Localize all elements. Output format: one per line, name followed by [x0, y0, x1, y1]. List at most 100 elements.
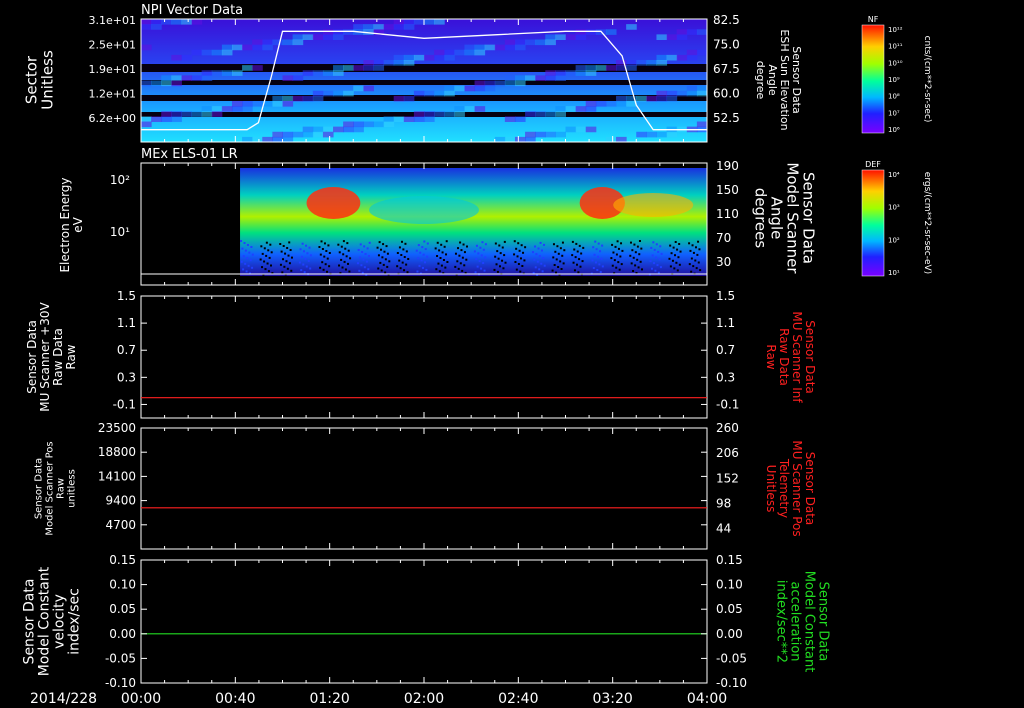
ytick-label: 1.1 [716, 316, 735, 330]
npi-cell [686, 90, 698, 97]
els-speckle [376, 246, 379, 249]
npi-cell [252, 44, 263, 51]
els-speckle [557, 252, 560, 255]
els-speckle [404, 242, 407, 245]
els-speckle [482, 262, 485, 264]
els-speckle [435, 268, 438, 271]
npi-cell [484, 80, 496, 87]
npi-cell [383, 60, 395, 66]
els-speckle [518, 249, 521, 252]
els-speckle [475, 258, 478, 260]
els-speckle [494, 255, 497, 258]
els-speckle [478, 260, 481, 262]
npi-cell [353, 126, 364, 133]
npi-cell [322, 70, 334, 76]
npi-cell [585, 101, 597, 107]
els-speckle [649, 260, 652, 263]
els-speckle [401, 261, 404, 264]
ytick-label: 0.7 [716, 343, 735, 357]
els-speckle [463, 251, 466, 254]
els-speckle [366, 247, 369, 250]
npi-cell [646, 60, 657, 66]
axis-label-line: Sensor Data [803, 320, 817, 394]
els-speckle [632, 270, 635, 272]
els-speckle [516, 255, 519, 258]
els-ylabel-right: Sensor DataModel ScannerAngledegrees [752, 162, 818, 274]
els-cool-region [369, 196, 479, 224]
els-speckle [531, 251, 534, 254]
els-speckle [288, 262, 291, 265]
npi-cell [353, 65, 364, 71]
axis-label-line: Unitless [39, 50, 57, 110]
els-speckle [384, 258, 387, 261]
npi-cell [221, 44, 233, 51]
els-speckle [498, 265, 501, 268]
els-speckle [620, 263, 623, 266]
axis-label-line: Electron Energy [58, 177, 72, 272]
npi-cell [353, 85, 364, 92]
els-speckle [670, 252, 673, 255]
npi-cell [343, 121, 354, 128]
ytick-label: 110 [716, 207, 739, 221]
npi-cell [525, 131, 536, 138]
npi-cell [141, 80, 152, 87]
els-speckle [678, 263, 681, 266]
npi-cell [676, 29, 688, 35]
npi-cell [555, 131, 566, 138]
els-speckle [321, 248, 324, 250]
npi-cell [444, 49, 455, 56]
npi-cell [383, 116, 395, 122]
ytick-label: 75.0 [713, 38, 740, 52]
ytick-label: 4700 [105, 518, 136, 532]
npi-cell [504, 80, 516, 87]
npi-cell [545, 131, 556, 138]
ytick-label: 23500 [98, 421, 136, 435]
els-speckle [402, 248, 405, 251]
els-speckle [459, 262, 462, 265]
axis-label-line: Sensor Data [816, 582, 831, 662]
els-speckle [463, 264, 466, 267]
els-speckle [466, 245, 468, 248]
els-speckle [474, 271, 477, 274]
panel-frame [140, 427, 708, 550]
els-speckle [326, 270, 329, 273]
els-speckle [270, 251, 273, 254]
npi-cell [403, 19, 415, 25]
els-speckle [321, 261, 324, 264]
npi-cell [514, 44, 526, 51]
ylabel-right: Sensor DataMU Scanner InfRaw DataRaw [764, 311, 817, 403]
els-speckle [629, 241, 632, 244]
colorbars: NF 10¹² 10¹¹ 10¹⁰ 10⁹ 10⁸ 10⁷ 10⁶ cnts/(cm**2-sr… [861, 15, 932, 277]
npi-cell [282, 95, 294, 102]
els-speckle [615, 266, 618, 269]
npi-cell [181, 75, 193, 81]
els-speckle [457, 247, 460, 250]
npi-cell [211, 49, 223, 56]
els-speckle [493, 268, 496, 271]
els-speckle [357, 249, 360, 251]
els-speckle [557, 266, 560, 268]
els-speckle [454, 265, 457, 268]
els-speckle [672, 246, 675, 249]
els-speckle [501, 246, 504, 249]
els-speckle [444, 266, 447, 269]
els-speckle [418, 264, 421, 267]
els-speckle [300, 269, 303, 272]
els-speckle [284, 252, 287, 255]
els-speckle [612, 251, 615, 254]
npi-cell [494, 80, 506, 87]
time-tick-label: 04:00 [687, 691, 727, 707]
els-speckle [280, 250, 283, 253]
els-speckle [367, 268, 370, 271]
els-speckle [519, 270, 522, 273]
els-speckle [279, 263, 282, 266]
npi-cell [363, 24, 374, 30]
els-speckle [494, 242, 497, 245]
npi-cell [575, 29, 587, 35]
els-speckle [571, 240, 574, 243]
els-speckle [319, 266, 322, 269]
els-speckle [279, 243, 282, 245]
colorbar-title: NF [868, 15, 879, 24]
npi-cell [686, 49, 698, 56]
npi-cell [343, 29, 354, 35]
